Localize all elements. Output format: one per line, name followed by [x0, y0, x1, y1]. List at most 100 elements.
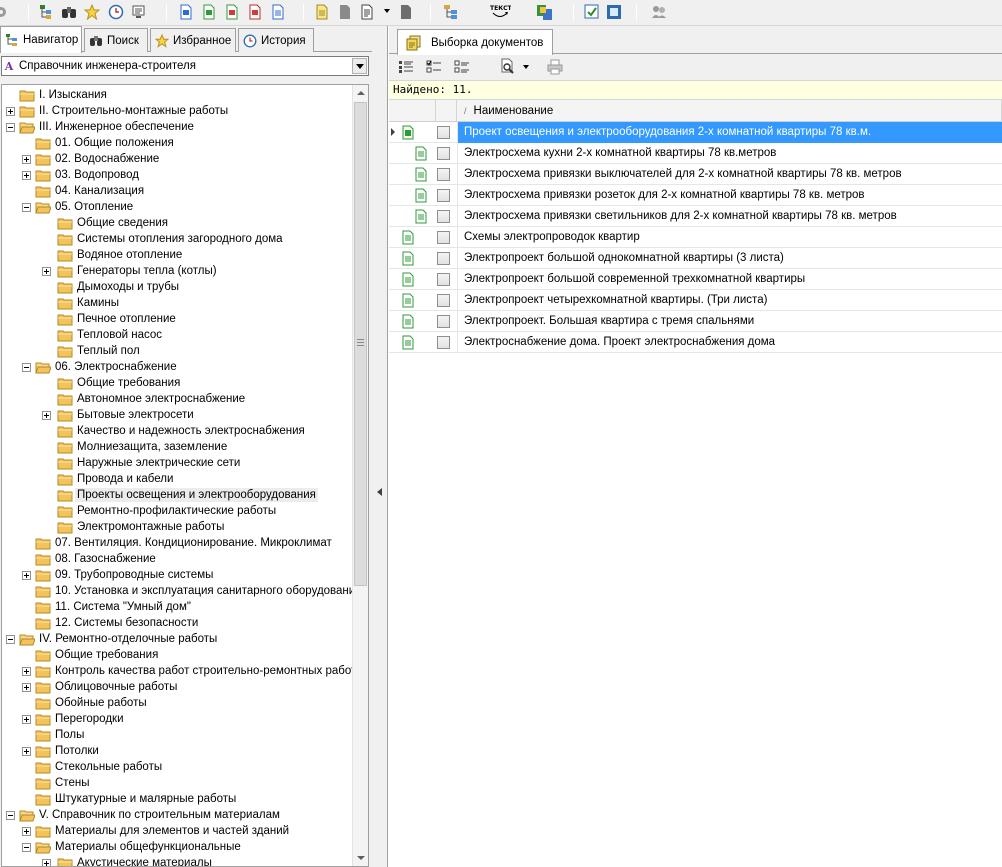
doc-dark-icon[interactable] [397, 3, 415, 21]
document-row[interactable]: Электропроект большой современной трехко… [389, 269, 1002, 290]
tree-node[interactable]: Проекты освещения и электрооборудования [2, 487, 354, 503]
collapse-icon[interactable] [6, 811, 15, 820]
doc-green-icon[interactable] [200, 3, 218, 21]
tree-node[interactable]: Камины [2, 295, 354, 311]
tree-node[interactable]: 12. Системы безопасности [2, 615, 354, 631]
row-checkbox[interactable] [437, 189, 450, 202]
doc-blue-icon[interactable] [177, 3, 195, 21]
expand-icon[interactable] [22, 715, 31, 724]
expand-icon[interactable] [6, 107, 15, 116]
collapse-icon[interactable] [22, 363, 31, 372]
document-row[interactable]: Электросхема привязки выключателей для 2… [389, 164, 1002, 185]
tree-node[interactable]: 07. Вентиляция. Кондиционирование. Микро… [2, 535, 354, 551]
tree-node[interactable]: 10. Установка и эксплуатация санитарного… [2, 583, 361, 599]
tab-history[interactable]: История [238, 28, 314, 52]
tree-node[interactable]: Ремонтно-профилактические работы [2, 503, 354, 519]
row-checkbox[interactable] [437, 294, 450, 307]
row-checkbox[interactable] [437, 210, 450, 223]
tree-node[interactable]: Водяное отопление [2, 247, 354, 263]
tree-node[interactable]: Электромонтажные работы [2, 519, 354, 535]
tab-document-selection[interactable]: Выборка документов [397, 29, 553, 55]
doc-gray-icon[interactable] [336, 3, 354, 21]
header-check-column[interactable] [436, 100, 457, 121]
tree-node[interactable]: Стекольные работы [2, 759, 354, 775]
expand-icon[interactable] [22, 827, 31, 836]
tree-node[interactable]: Материалы общефункциональные [2, 839, 354, 855]
tree-node[interactable]: Акустические материалы [2, 855, 354, 866]
dropdown-caret-icon[interactable] [384, 9, 390, 13]
binoculars-icon[interactable] [60, 3, 78, 21]
tree-node[interactable]: Общие требования [2, 647, 354, 663]
collapse-icon[interactable] [22, 203, 31, 212]
tree-node[interactable]: Молниезащита, заземление [2, 439, 354, 455]
row-checkbox[interactable] [437, 231, 450, 244]
star-icon[interactable] [83, 3, 101, 21]
document-row[interactable]: Электросхема привязки светильников для 2… [389, 206, 1002, 227]
scrollbar-thumb[interactable] [354, 102, 367, 586]
zoom-dropdown-icon[interactable] [523, 65, 529, 69]
expand-icon[interactable] [42, 859, 51, 866]
document-row[interactable]: Электропроект четырехкомнатной квартиры.… [389, 290, 1002, 311]
tree-node[interactable]: 01. Общие положения [2, 135, 354, 151]
tree-node[interactable]: Теплый пол [2, 343, 354, 359]
document-row[interactable]: Электропроект большой однокомнатной квар… [389, 248, 1002, 269]
check-doc-icon[interactable] [583, 3, 601, 21]
tree-node[interactable]: IV. Ремонтно-отделочные работы [2, 631, 354, 647]
collapse-icon[interactable] [6, 123, 15, 132]
collapse-left-icon[interactable] [377, 488, 382, 496]
row-checkbox[interactable] [437, 336, 450, 349]
tree-node[interactable]: 09. Трубопроводные системы [2, 567, 354, 583]
tree-node[interactable]: 11. Система "Умный дом" [2, 599, 354, 615]
expand-icon[interactable] [22, 571, 31, 580]
expand-icon[interactable] [42, 267, 51, 276]
tree-node[interactable]: Генераторы тепла (котлы) [2, 263, 354, 279]
tree-node[interactable]: V. Справочник по строительным материалам [2, 807, 354, 823]
tree-node[interactable]: Автономное электроснабжение [2, 391, 354, 407]
document-row[interactable]: Проект освещения и электрооборудования 2… [389, 122, 1002, 143]
tree-node-icon[interactable] [442, 3, 460, 21]
tab-search[interactable]: Поиск [84, 28, 148, 52]
clock-icon[interactable] [107, 3, 125, 21]
expand-icon[interactable] [22, 683, 31, 692]
collapse-icon[interactable] [22, 843, 31, 852]
tab-favorites[interactable]: Избранное [150, 28, 236, 52]
doc-lines-icon[interactable] [358, 3, 376, 21]
tree-node[interactable]: III. Инженерное обеспечение [2, 119, 354, 135]
tree-node[interactable]: II. Строительно-монтажные работы [2, 103, 354, 119]
row-checkbox[interactable] [437, 168, 450, 181]
row-checkbox[interactable] [437, 273, 450, 286]
expand-icon[interactable] [42, 411, 51, 420]
tree-node[interactable]: 04. Канализация [2, 183, 354, 199]
monitor-list-icon[interactable] [130, 3, 148, 21]
tree-node[interactable]: Обойные работы [2, 695, 354, 711]
doc-yellow-icon[interactable] [313, 3, 331, 21]
document-row[interactable]: Электроснабжение дома. Проект электросна… [389, 332, 1002, 353]
tree-node[interactable]: I. Изыскания [2, 87, 354, 103]
tree-node[interactable]: Бытовые электросети [2, 407, 354, 423]
frame-icon[interactable] [605, 3, 623, 21]
tree-node[interactable]: 05. Отопление [2, 199, 354, 215]
row-checkbox[interactable] [437, 315, 450, 328]
check-all-icon[interactable] [425, 58, 443, 76]
expand-icon[interactable] [22, 155, 31, 164]
doc-blue-outline-icon[interactable] [269, 3, 287, 21]
users-icon[interactable] [650, 3, 668, 21]
tree-node[interactable]: Наружные электрические сети [2, 455, 354, 471]
tree-node[interactable]: Тепловой насос [2, 327, 354, 343]
gear-icon[interactable] [0, 3, 10, 21]
chevron-down-icon[interactable] [352, 58, 367, 74]
document-row[interactable]: Электросхема привязки розеток для 2-х ко… [389, 185, 1002, 206]
pane-splitter[interactable] [372, 26, 388, 867]
uncheck-all-icon[interactable] [453, 58, 471, 76]
list-view-icon[interactable] [397, 58, 415, 76]
scroll-down-icon[interactable] [353, 850, 368, 866]
doc-red-icon[interactable] [246, 3, 264, 21]
print-icon[interactable] [546, 58, 564, 76]
tree-node[interactable]: Дымоходы и трубы [2, 279, 354, 295]
tree-node[interactable]: Общие сведения [2, 215, 354, 231]
tree-node[interactable]: Общие требования [2, 375, 354, 391]
tree-node[interactable]: Штукатурные и малярные работы [2, 791, 354, 807]
row-checkbox[interactable] [437, 147, 450, 160]
reference-select[interactable]: A Справочник инженера-строителя [1, 56, 369, 76]
expand-icon[interactable] [22, 747, 31, 756]
